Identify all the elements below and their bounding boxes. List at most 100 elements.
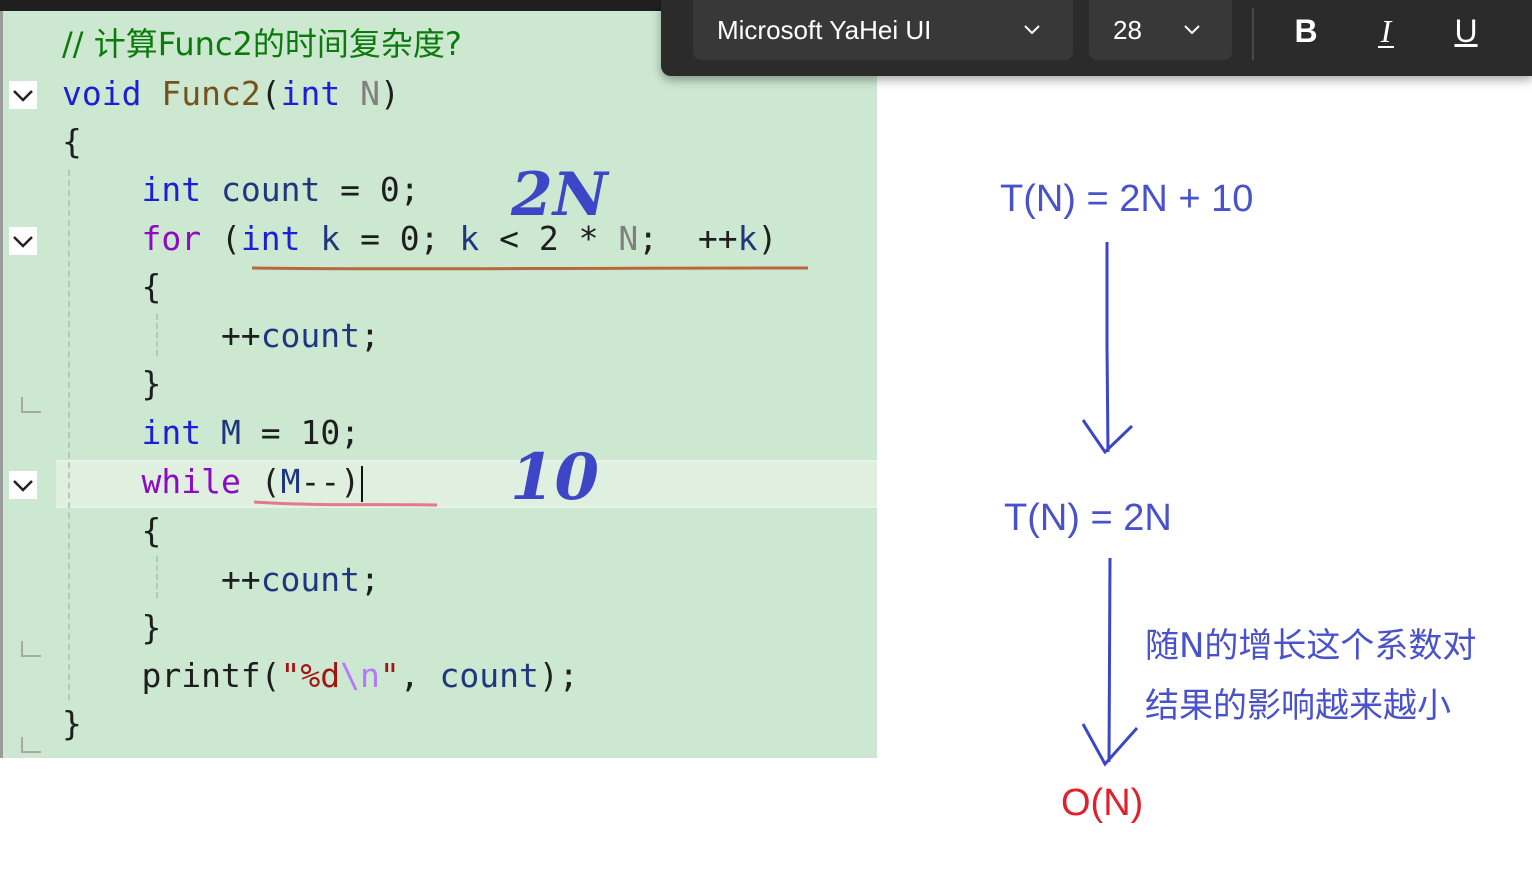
code-line: while (M--) bbox=[62, 458, 364, 506]
code-token: \n bbox=[340, 656, 380, 695]
code-token: M bbox=[220, 413, 241, 452]
code-token: k bbox=[737, 219, 758, 258]
code-line: for (int k = 0; k < 2 * N; ++k) bbox=[62, 215, 777, 263]
code-token: ( bbox=[240, 462, 281, 501]
code-line: void Func2(int N) bbox=[62, 70, 400, 118]
code-token: , bbox=[399, 656, 440, 695]
code-token: int bbox=[141, 170, 202, 209]
code-comment: // 计算Func2的时间复杂度? bbox=[62, 25, 462, 63]
code-token: --) bbox=[300, 462, 361, 501]
code-token: printf( bbox=[62, 656, 281, 695]
chevron-down-icon bbox=[1184, 25, 1200, 35]
code-token: ( bbox=[201, 219, 241, 258]
text-caret bbox=[361, 465, 364, 502]
code-token: M bbox=[280, 462, 301, 501]
complexity-step-1: T(N) = 2N + 10 bbox=[1000, 178, 1254, 220]
code-token: count bbox=[439, 656, 539, 695]
code-line: int M = 10; bbox=[62, 409, 360, 457]
code-token: = 0; bbox=[340, 219, 460, 258]
code-token: N bbox=[618, 219, 639, 258]
code-line: ++count; bbox=[62, 312, 380, 360]
big-o-result: O(N) bbox=[1061, 782, 1144, 824]
code-token: k bbox=[459, 219, 480, 258]
code-token: ; bbox=[360, 316, 380, 355]
code-line: } bbox=[62, 700, 82, 748]
note-line-2: 结果的影响越来越小 bbox=[1145, 686, 1451, 726]
font-size-select[interactable]: 28 bbox=[1089, 0, 1232, 60]
code-token: k bbox=[320, 219, 341, 258]
bold-button[interactable]: B bbox=[1279, 6, 1333, 56]
handwritten-2n: 2N bbox=[511, 160, 608, 230]
editor-gutter bbox=[0, 11, 51, 758]
arrowhead-1 bbox=[1081, 419, 1134, 455]
fold-collapse-icon[interactable] bbox=[9, 471, 37, 499]
toolbar-divider bbox=[1252, 8, 1254, 60]
code-token: } bbox=[62, 608, 162, 647]
code-line: } bbox=[62, 604, 161, 652]
code-token: { bbox=[62, 122, 82, 161]
code-line: } bbox=[62, 360, 161, 408]
code-token: N bbox=[360, 74, 380, 113]
code-token: int bbox=[280, 74, 341, 113]
code-token: ) bbox=[757, 219, 778, 258]
code-token: Func2 bbox=[161, 74, 261, 113]
code-token: = 0; bbox=[320, 170, 420, 209]
code-token: while bbox=[141, 462, 241, 501]
code-line: int count = 0; bbox=[62, 166, 420, 214]
code-token: = 10; bbox=[240, 413, 361, 452]
fold-end-marker bbox=[21, 641, 41, 657]
code-token: ++ bbox=[62, 316, 261, 355]
font-size-value: 28 bbox=[1113, 15, 1142, 45]
underline-button[interactable]: U bbox=[1439, 6, 1493, 56]
code-line: ++count; bbox=[62, 556, 380, 604]
code-line: { bbox=[62, 263, 161, 311]
code-token: ++ bbox=[62, 560, 261, 599]
code-token: count bbox=[220, 170, 321, 209]
note-line-1: 随N的增长这个系数对 bbox=[1145, 626, 1477, 666]
italic-label: I bbox=[1377, 15, 1395, 48]
font-toolbar: Microsoft YaHei UI 28 B I U bbox=[661, 0, 1532, 76]
code-token: } bbox=[62, 704, 82, 743]
code-token: { bbox=[62, 511, 162, 550]
code-token: void bbox=[62, 74, 142, 113]
arrowhead-2 bbox=[1081, 723, 1139, 767]
fold-collapse-icon[interactable] bbox=[9, 227, 37, 255]
code-token: count bbox=[260, 316, 361, 355]
font-family-value: Microsoft YaHei UI bbox=[717, 15, 932, 45]
code-token: count bbox=[260, 560, 361, 599]
code-token: int bbox=[240, 219, 301, 258]
fold-end-marker bbox=[21, 397, 41, 413]
fold-collapse-icon[interactable] bbox=[9, 81, 37, 109]
code-token: ; bbox=[360, 560, 380, 599]
code-token: " bbox=[379, 656, 400, 695]
code-token: int bbox=[141, 413, 202, 452]
code-token: for bbox=[141, 219, 202, 258]
handwritten-10: 10 bbox=[510, 440, 600, 515]
code-line: printf("%d\n", count); bbox=[62, 652, 579, 700]
italic-button[interactable]: I bbox=[1359, 6, 1413, 56]
code-token: "%d bbox=[280, 656, 341, 695]
code-token: ) bbox=[379, 74, 400, 113]
font-family-select[interactable]: Microsoft YaHei UI bbox=[693, 0, 1073, 60]
code-token: ; ++ bbox=[638, 219, 738, 258]
code-token: { bbox=[62, 267, 162, 306]
code-token: ); bbox=[538, 656, 579, 695]
code-token: } bbox=[62, 364, 162, 403]
arrow-down-stroke-1 bbox=[1105, 242, 1110, 453]
code-editor[interactable]: // 计算Func2的时间复杂度? void Func2(int N){ int… bbox=[0, 0, 877, 758]
code-line: { bbox=[62, 507, 161, 555]
fold-end-marker bbox=[21, 737, 41, 753]
chevron-down-icon bbox=[1024, 25, 1040, 35]
code-line: { bbox=[62, 118, 82, 166]
arrow-down-stroke-2 bbox=[1107, 557, 1112, 763]
complexity-step-2: T(N) = 2N bbox=[1004, 497, 1172, 539]
